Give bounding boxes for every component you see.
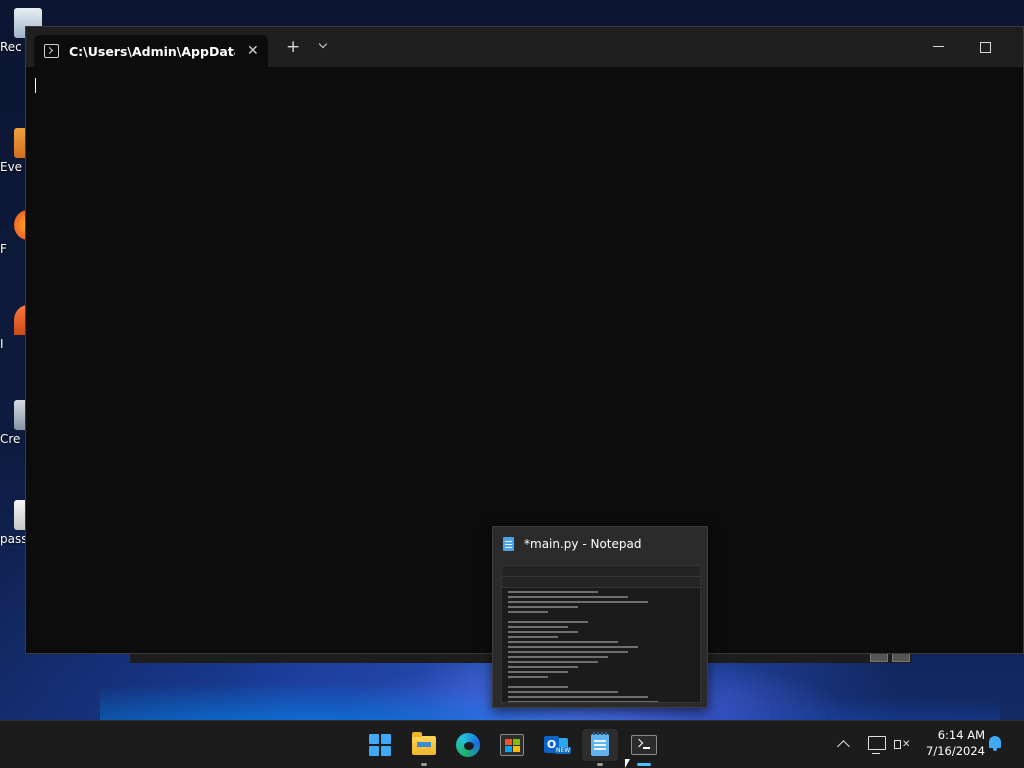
thumbnail-code-line [508, 676, 548, 678]
notepad-icon [503, 537, 514, 551]
clock-time: 6:14 AM [937, 728, 985, 742]
clock-date: 7/16/2024 [926, 744, 985, 758]
windows-logo-icon [369, 734, 391, 756]
taskbar-file-explorer[interactable] [406, 729, 442, 766]
minimize-button[interactable] [933, 46, 944, 47]
tab-title: C:\Users\Admin\AppData\Loc [69, 43, 235, 59]
thumbnail-code-line [508, 656, 608, 658]
thumbnail-code-line [508, 701, 658, 702]
thumbnail-code-line [508, 671, 568, 673]
thumbnail-code-line [508, 661, 598, 663]
thumbnail-code-line [508, 611, 548, 613]
taskbar-terminal[interactable] [626, 729, 662, 766]
thumbnail-code-line [508, 596, 628, 598]
terminal-tab[interactable]: C:\Users\Admin\AppData\Loc ✕ [34, 35, 268, 67]
notepad-thumbnail-preview[interactable]: *main.py - Notepad [492, 526, 708, 708]
thumbnail-code-line [508, 631, 578, 633]
thumbnail-title: *main.py - Notepad [524, 537, 642, 551]
thumbnail-code-line [508, 601, 648, 603]
thumbnail-window-image[interactable] [501, 565, 701, 703]
active-indicator [637, 763, 651, 766]
notepad-icon [591, 732, 609, 756]
terminal-titlebar[interactable]: C:\Users\Admin\AppData\Loc ✕ + [26, 27, 1023, 67]
thumbnail-code-line [508, 691, 618, 693]
taskbar-outlook[interactable]: O NEW [538, 729, 574, 761]
thumbnail-code-line [508, 626, 568, 628]
thumbnail-code-line [508, 621, 588, 623]
thumbnail-code-line [508, 636, 558, 638]
start-button[interactable] [362, 729, 398, 761]
running-indicator [597, 763, 603, 766]
thumbnail-code-line [508, 666, 578, 668]
taskbar-clock[interactable]: 6:14 AM 7/16/2024 [915, 727, 985, 759]
thumbnail-code-line [508, 591, 598, 593]
running-indicator [421, 763, 427, 766]
maximize-button[interactable] [980, 42, 991, 53]
thumbnail-code-line [508, 686, 568, 688]
folder-icon [412, 731, 436, 755]
tab-close-icon[interactable]: ✕ [247, 43, 259, 59]
thumbnail-toolbar [502, 566, 700, 577]
thumbnail-menubar [502, 577, 700, 588]
outlook-icon: O NEW [544, 734, 572, 756]
text-cursor [35, 78, 36, 93]
mouse-cursor-icon [625, 759, 630, 768]
new-tab-button[interactable]: + [286, 39, 300, 56]
volume-muted-icon[interactable]: ✕ [894, 737, 910, 751]
thumbnail-code-line [508, 651, 628, 653]
outlook-new-badge: NEW [555, 747, 572, 754]
taskbar-notepad[interactable] [582, 729, 618, 766]
network-icon[interactable] [868, 736, 886, 754]
store-icon [500, 734, 524, 756]
thumbnail-code-line [508, 696, 648, 698]
command-prompt-icon [44, 44, 59, 58]
thumbnail-code-line [508, 606, 578, 608]
taskbar-store[interactable] [494, 729, 530, 761]
thumbnail-code-line [508, 641, 618, 643]
chevron-down-icon[interactable] [319, 41, 327, 49]
edge-icon [456, 733, 480, 757]
thumbnail-code-line [508, 646, 638, 648]
thumbnail-header: *main.py - Notepad [503, 537, 641, 551]
taskbar-edge[interactable] [450, 729, 486, 761]
notification-bell-icon[interactable] [989, 736, 1001, 751]
terminal-icon [631, 735, 657, 755]
